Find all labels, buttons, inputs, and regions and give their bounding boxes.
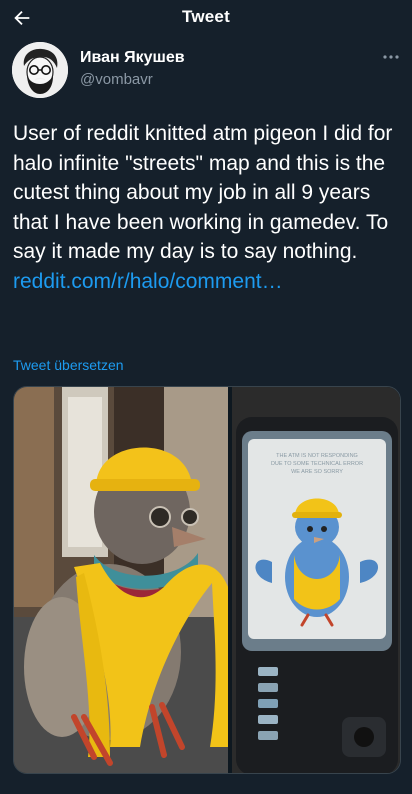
- avatar[interactable]: [12, 42, 68, 98]
- knitted-pigeon-image: [14, 387, 228, 773]
- tweet-author: Иван Якушев @vombavr: [12, 42, 402, 98]
- more-options-button[interactable]: [380, 50, 402, 64]
- atm-screen-line-1: THE ATM IS NOT RESPONDING: [276, 453, 358, 459]
- author-name[interactable]: Иван Якушев: [80, 49, 185, 67]
- author-handle[interactable]: @vombavr: [80, 71, 153, 88]
- translate-tweet-link[interactable]: Tweet übersetzen: [13, 357, 124, 373]
- atm-screen-line-2: DUE TO SOME TECHNICAL ERROR: [271, 461, 363, 467]
- atm-screen-image: THE ATM IS NOT RESPONDING DUE TO SOME TE…: [232, 387, 400, 773]
- top-bar: Tweet: [0, 0, 412, 36]
- tweet-media[interactable]: THE ATM IS NOT RESPONDING DUE TO SOME TE…: [13, 386, 401, 774]
- atm-screen-line-3: WE ARE SO SORRY: [291, 469, 343, 475]
- photo-atm-screen[interactable]: THE ATM IS NOT RESPONDING DUE TO SOME TE…: [232, 387, 400, 773]
- more-icon: [383, 55, 399, 59]
- tweet-text: User of reddit knitted atm pigeon I did …: [13, 119, 403, 296]
- tweet-body: User of reddit knitted atm pigeon I did …: [13, 122, 393, 263]
- photo-knitted-pigeon[interactable]: [14, 387, 228, 773]
- tweet-link[interactable]: reddit.com/r/halo/comment…: [13, 270, 283, 293]
- avatar-illustration: [12, 42, 68, 98]
- page-title: Tweet: [182, 7, 230, 26]
